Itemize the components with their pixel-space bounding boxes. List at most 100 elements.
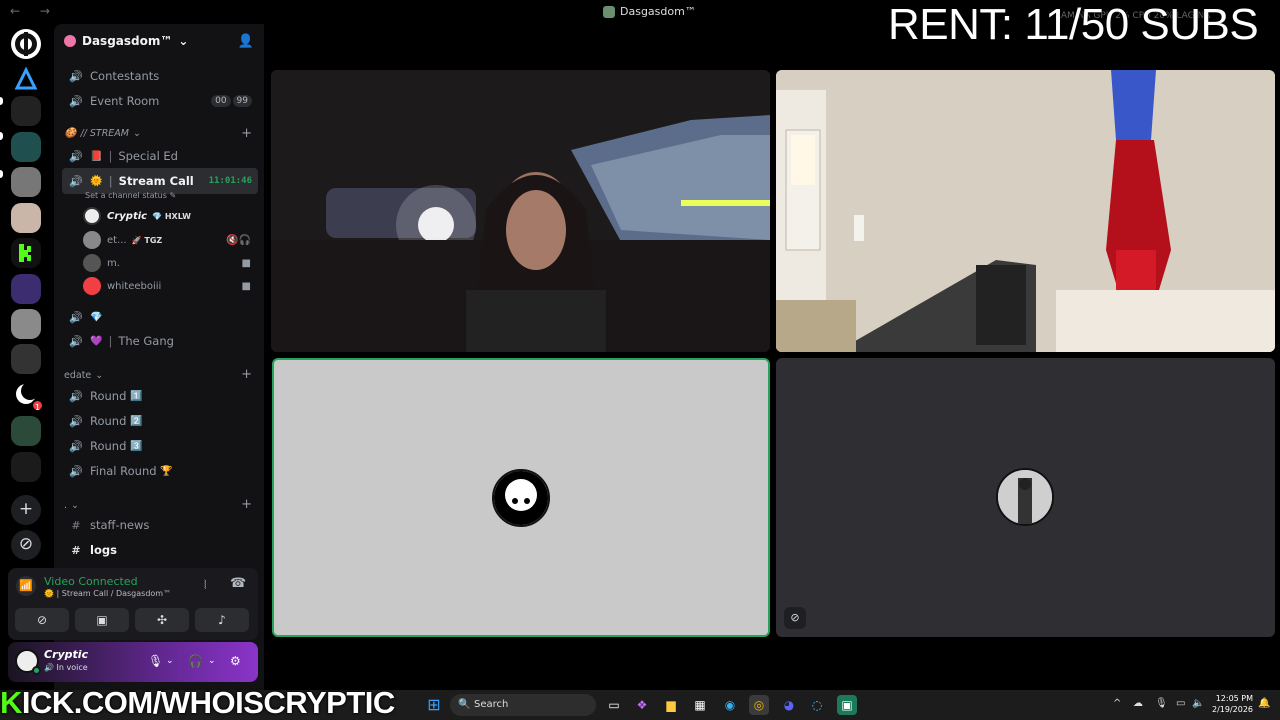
voice-user-et[interactable]: et... 🚀 TGZ 🔇🎧 bbox=[83, 229, 257, 251]
clock-time: 12:05 PM bbox=[1215, 694, 1254, 703]
voice-channel-round-1[interactable]: 🔊 Round 1️⃣ bbox=[62, 385, 258, 407]
voice-channel-diamond[interactable]: 🔊 💎 bbox=[62, 306, 258, 328]
microphone-icon[interactable]: 🎙 bbox=[148, 654, 163, 668]
volume-icon[interactable]: 🔈 bbox=[1192, 698, 1204, 709]
server-icon-4[interactable] bbox=[11, 167, 41, 197]
kick-url-overlay: KICK.COM/WHOISCRYPTIC bbox=[0, 685, 395, 720]
voice-user-m[interactable]: m. ■ bbox=[83, 252, 257, 274]
server-folder-2[interactable] bbox=[11, 452, 41, 482]
taskbar-search[interactable]: 🔍 Search bbox=[450, 694, 596, 716]
tray-overflow-icon[interactable]: ^ bbox=[1113, 698, 1121, 709]
disconnect-icon[interactable]: ☎ bbox=[230, 576, 246, 591]
copilot-icon[interactable]: ❖ bbox=[632, 695, 652, 715]
voice-channel-the-gang[interactable]: 🔊 💜 | The Gang bbox=[62, 330, 258, 352]
mention-badge: 1 bbox=[31, 399, 44, 412]
category-stream[interactable]: 🍪 // STREAM ⌄ bbox=[64, 128, 141, 139]
activities-button[interactable]: ✣ bbox=[135, 608, 189, 632]
chevron-down-icon[interactable]: ⌄ bbox=[166, 656, 174, 666]
server-name: Dasgasdom™ bbox=[82, 34, 173, 48]
voice-channel-contestants[interactable]: 🔊 Contestants bbox=[62, 65, 258, 87]
steam-icon[interactable]: ◌ bbox=[807, 695, 827, 715]
online-status-dot bbox=[32, 666, 41, 675]
screen-share-button[interactable]: ▣ bbox=[75, 608, 129, 632]
network-icon[interactable]: ▭ bbox=[1176, 698, 1185, 709]
nav-arrows[interactable]: ← → bbox=[10, 4, 58, 18]
window-title-text: Dasgasdom™ bbox=[620, 5, 696, 18]
call-timer: 11:01:46 bbox=[208, 176, 252, 186]
discord-icon[interactable]: ◕ bbox=[779, 695, 799, 715]
text-channel-logs[interactable]: # logs bbox=[62, 539, 258, 561]
home-icon[interactable] bbox=[11, 29, 41, 59]
voice-user-whiteeboiii[interactable]: whiteeboiii ■ bbox=[83, 275, 257, 297]
server-icon-9[interactable]: 1 bbox=[11, 379, 44, 412]
cookie-icon: 🍪 bbox=[64, 128, 77, 139]
add-server-icon[interactable]: + bbox=[11, 495, 41, 525]
video-tile-room[interactable] bbox=[776, 70, 1275, 352]
file-explorer-icon[interactable]: ▆ bbox=[661, 695, 681, 715]
taskbar-clock[interactable]: 12:05 PM 2/19/2026 bbox=[1212, 693, 1253, 715]
windows-start-icon[interactable]: ⊞ bbox=[424, 695, 444, 715]
chevron-down-icon[interactable]: ⌄ bbox=[208, 656, 216, 666]
voice-connection-panel: 📶 Video Connected 🌞 | Stream Call / Dasg… bbox=[8, 568, 258, 640]
voice-user-cryptic[interactable]: Cryptic 💎 HXLW bbox=[83, 205, 257, 227]
voice-channel-final-round[interactable]: 🔊 Final Round 🏆 bbox=[62, 460, 258, 482]
voice-status-channel[interactable]: 🌞 | Stream Call / Dasgasdom™ bbox=[44, 589, 171, 598]
invite-icon[interactable]: 👤 bbox=[238, 34, 254, 49]
category-edate[interactable]: edate ⌄ bbox=[64, 370, 103, 381]
voice-channel-event-room[interactable]: 🔊 Event Room 00 99 bbox=[62, 90, 258, 112]
server-icon-5[interactable] bbox=[11, 203, 41, 233]
voice-channel-round-3[interactable]: 🔊 Round 3️⃣ bbox=[62, 435, 258, 457]
window-title: Dasgasdom™ bbox=[603, 5, 696, 18]
server-folder[interactable] bbox=[11, 416, 41, 446]
onedrive-icon[interactable]: ☁ bbox=[1133, 698, 1143, 709]
add-channel-icon[interactable]: + bbox=[241, 497, 252, 512]
headphones-icon[interactable]: 🎧 bbox=[188, 654, 203, 668]
channel-status[interactable]: Set a channel status ✎ bbox=[85, 191, 176, 200]
video-tile-car[interactable] bbox=[271, 70, 770, 352]
car-video-feed bbox=[271, 70, 770, 352]
server-icon-2[interactable] bbox=[11, 96, 41, 126]
server-header[interactable]: Dasgasdom™ ⌄ bbox=[64, 34, 188, 48]
edge-icon[interactable]: ◉ bbox=[720, 695, 740, 715]
voice-channel-round-2[interactable]: 🔊 Round 2️⃣ bbox=[62, 410, 258, 432]
voice-status-title[interactable]: Video Connected bbox=[44, 575, 138, 588]
chrome-icon[interactable]: ◎ bbox=[749, 695, 769, 715]
task-view-icon[interactable]: ▭ bbox=[604, 695, 624, 715]
noise-suppression-icon[interactable]: ⦚ bbox=[204, 578, 207, 593]
video-camera-icon: ■ bbox=[241, 257, 251, 269]
server-icon-7[interactable] bbox=[11, 309, 41, 339]
server-icon-3[interactable] bbox=[11, 132, 41, 162]
soundboard-button[interactable]: ♪ bbox=[195, 608, 249, 632]
voice-channel-special-ed[interactable]: 🔊 📕 | Special Ed bbox=[62, 145, 258, 167]
user-panel: Cryptic 🔊 In voice 🎙 ⌄ 🎧 ⌄ ⚙ bbox=[8, 642, 258, 682]
text-channel-staff-news[interactable]: # staff-news bbox=[62, 514, 258, 536]
add-channel-icon[interactable]: + bbox=[241, 367, 252, 382]
category-dot[interactable]: . ⌄ bbox=[64, 500, 79, 511]
obs-app-icon[interactable]: ▣ bbox=[837, 695, 857, 715]
speaker-icon: 🔊 bbox=[69, 464, 83, 478]
username[interactable]: Cryptic bbox=[44, 648, 88, 661]
chevron-down-icon: ⌄ bbox=[178, 34, 189, 48]
notifications-bell-icon[interactable]: 🔔 bbox=[1258, 698, 1270, 709]
avatar bbox=[492, 469, 550, 527]
add-channel-icon[interactable]: + bbox=[241, 126, 252, 141]
microphone-tray-icon[interactable]: 🎙 bbox=[1155, 698, 1168, 709]
category-label: // STREAM bbox=[80, 128, 130, 139]
speaker-icon: 🔊 bbox=[69, 174, 83, 188]
server-icon-kick[interactable] bbox=[11, 238, 41, 268]
video-tile-cryptic[interactable] bbox=[272, 358, 770, 637]
settings-gear-icon[interactable]: ⚙ bbox=[230, 654, 241, 668]
avatar bbox=[83, 231, 101, 249]
hash-icon: # bbox=[71, 543, 81, 557]
camera-off-button[interactable]: ⊘ bbox=[15, 608, 69, 632]
store-icon[interactable]: ▦ bbox=[690, 695, 710, 715]
server-icon-1[interactable] bbox=[11, 64, 41, 94]
unread-pill bbox=[0, 170, 3, 178]
channel-label: Event Room bbox=[90, 94, 160, 108]
server-flower-icon bbox=[64, 35, 76, 47]
video-tile-user[interactable]: ⊘ bbox=[776, 358, 1275, 637]
discover-icon[interactable]: ⊘ bbox=[11, 530, 41, 560]
server-icon-8[interactable] bbox=[11, 344, 41, 374]
signal-icon[interactable]: 📶 bbox=[16, 576, 36, 596]
server-icon-6[interactable] bbox=[11, 274, 41, 304]
